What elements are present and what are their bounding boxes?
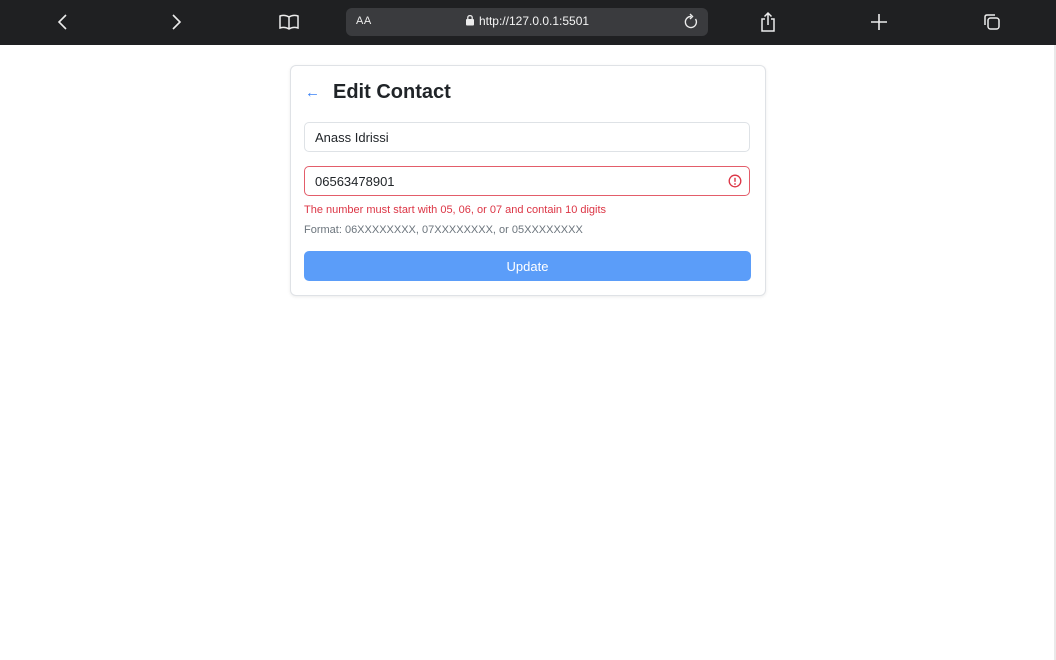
tabs-icon bbox=[984, 14, 1000, 30]
page-title: Edit Contact bbox=[333, 80, 451, 103]
browser-toolbar: AA http://127.0.0.1:5501 bbox=[0, 0, 1056, 45]
address-bar[interactable]: AA http://127.0.0.1:5501 bbox=[346, 8, 708, 36]
plus-icon bbox=[871, 14, 887, 30]
new-tab-button[interactable] bbox=[865, 8, 893, 36]
page-content: ← Edit Contact The number must start wit… bbox=[0, 45, 1056, 660]
share-icon bbox=[761, 11, 775, 32]
bookmarks-button[interactable] bbox=[275, 8, 303, 36]
share-button[interactable] bbox=[754, 8, 782, 36]
lock-icon bbox=[465, 14, 474, 26]
back-arrow-icon[interactable]: ← bbox=[305, 85, 321, 100]
phone-error-message: The number must start with 05, 06, or 07… bbox=[304, 204, 607, 216]
phone-format-hint: Format: 06XXXXXXXX, 07XXXXXXXX, or 05XXX… bbox=[304, 224, 583, 236]
card-header: ← Edit Contact bbox=[305, 80, 451, 104]
phone-input[interactable] bbox=[304, 166, 750, 196]
chevron-left-icon bbox=[57, 14, 67, 30]
forward-button[interactable] bbox=[162, 8, 190, 36]
update-button[interactable]: Update bbox=[304, 251, 751, 281]
back-button[interactable] bbox=[50, 8, 78, 36]
tabs-overview-button[interactable] bbox=[978, 8, 1006, 36]
open-book-icon bbox=[279, 14, 299, 30]
name-input[interactable] bbox=[304, 122, 750, 152]
reload-icon[interactable] bbox=[682, 13, 700, 31]
edit-contact-card: ← Edit Contact The number must start wit… bbox=[290, 65, 766, 296]
chevron-right-icon bbox=[172, 14, 182, 30]
url-text: http://127.0.0.1:5501 bbox=[478, 14, 590, 28]
error-icon bbox=[728, 174, 742, 188]
